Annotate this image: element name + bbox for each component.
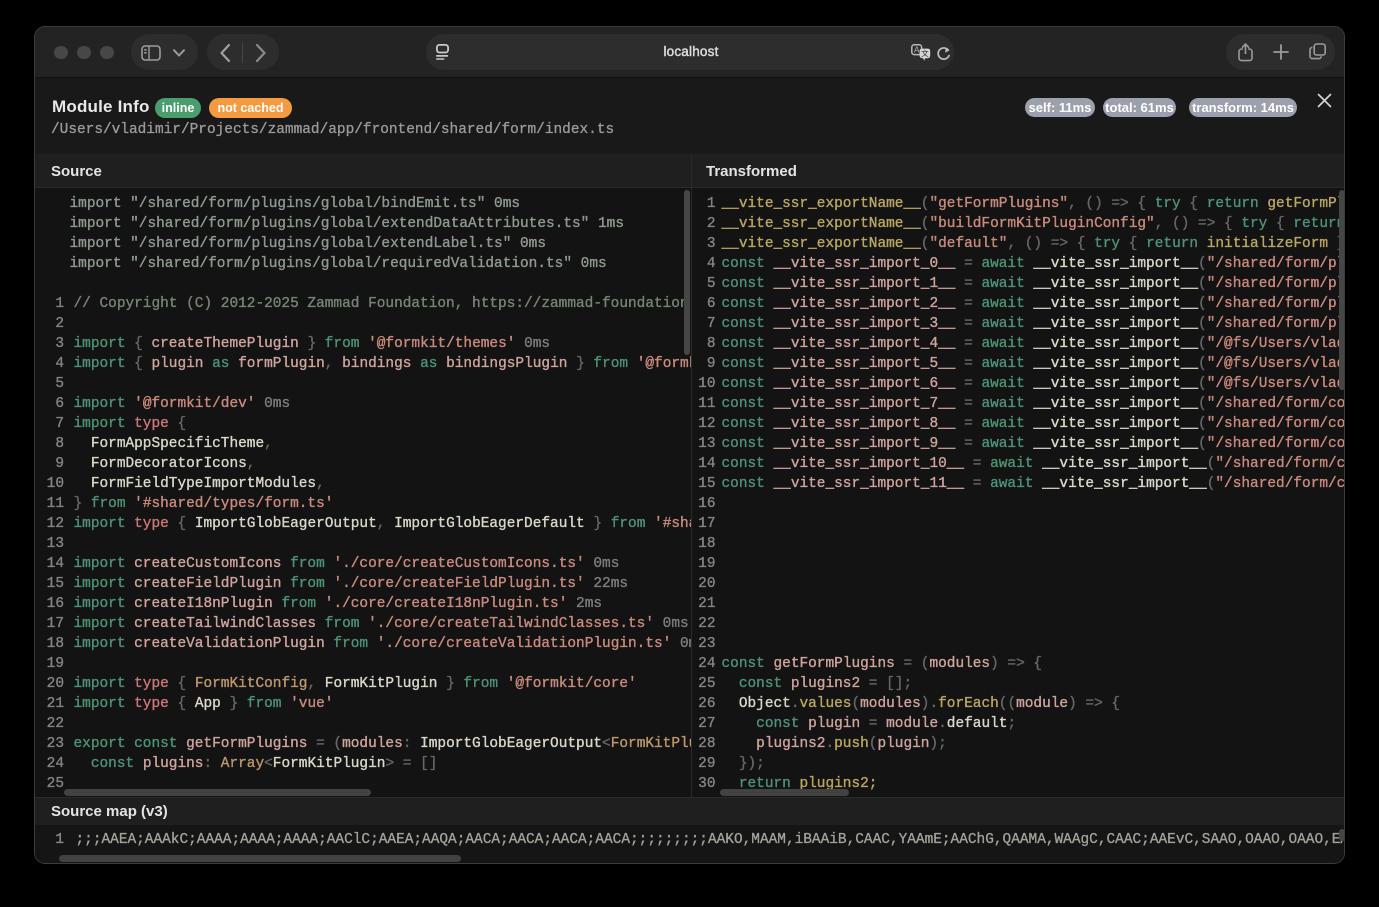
svg-text:文: 文 [921, 48, 929, 58]
svg-text:A: A [914, 46, 920, 55]
